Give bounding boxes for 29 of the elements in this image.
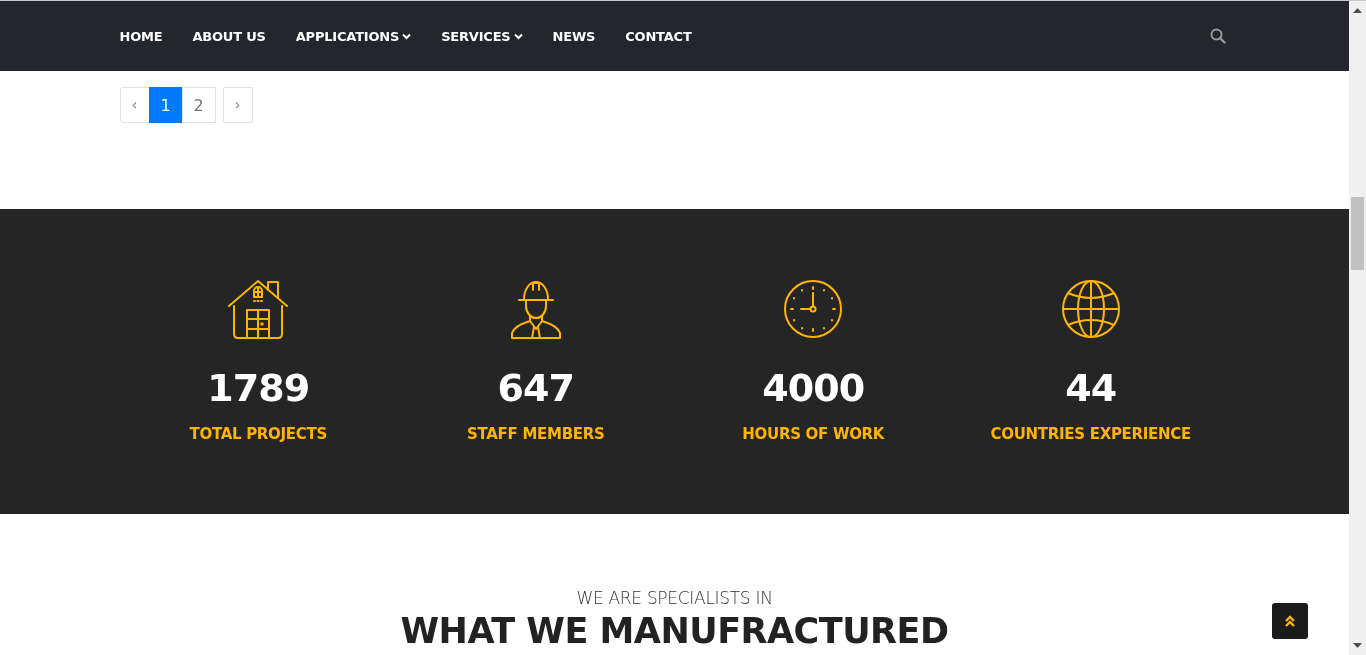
stat-number: 4000 xyxy=(762,365,865,412)
nav-link[interactable]: APPLICATIONS xyxy=(295,28,412,44)
nav-link[interactable]: CONTACT xyxy=(625,28,692,44)
double-chevron-up-icon xyxy=(1284,614,1296,628)
section-heading: WHAT WE MANUFRACTURED xyxy=(400,612,949,650)
page-button[interactable]: 1 xyxy=(148,87,183,123)
next-page-button[interactable]: › xyxy=(222,87,253,123)
stat-number: 647 xyxy=(497,365,574,412)
nav-link[interactable]: HOME xyxy=(119,28,163,44)
stat-label: HOURS OF WORK xyxy=(742,424,885,444)
scrollbar-thumb[interactable] xyxy=(1351,197,1364,270)
stat-label: COUNTRIES EXPERIENCE xyxy=(990,424,1191,444)
scroll-down-arrow-icon[interactable] xyxy=(1353,643,1362,648)
globe-icon xyxy=(1060,279,1121,339)
page-button[interactable]: 2 xyxy=(181,87,216,123)
nav-link[interactable]: SERVICES xyxy=(441,28,523,44)
back-to-top-button[interactable] xyxy=(1272,603,1308,639)
stat-number: 1789 xyxy=(207,365,310,412)
nav-link[interactable]: NEWS xyxy=(552,28,596,44)
clock-icon xyxy=(783,279,844,339)
search-icon[interactable] xyxy=(1209,28,1226,44)
nav-link[interactable]: ABOUT US xyxy=(192,28,266,44)
house-icon xyxy=(228,279,289,339)
stat-label: STAFF MEMBERS xyxy=(467,424,605,444)
stat-label: TOTAL PROJECTS xyxy=(189,424,327,444)
scroll-up-arrow-icon[interactable] xyxy=(1353,8,1362,13)
section-eyebrow: WE ARE SPECIALISTS IN xyxy=(576,588,773,608)
previous-page-button[interactable]: ‹ xyxy=(119,87,150,123)
stat-number: 44 xyxy=(1065,365,1117,412)
